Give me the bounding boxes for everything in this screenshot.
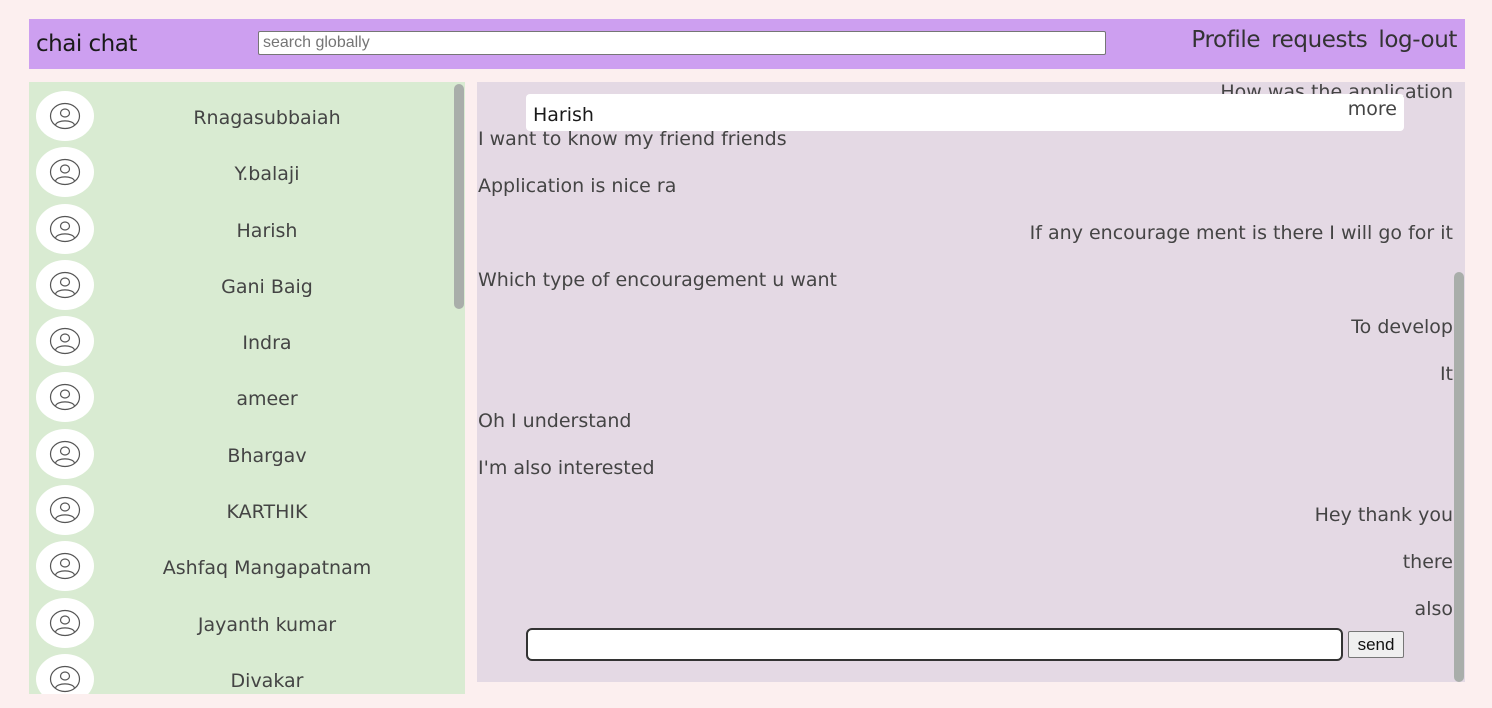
contact-item[interactable]: Jayanth kumar xyxy=(29,589,465,648)
avatar-icon xyxy=(36,203,94,254)
app-title: chai chat xyxy=(36,31,137,57)
nav-requests-link[interactable]: requests xyxy=(1271,27,1368,53)
send-button[interactable]: send xyxy=(1348,631,1404,658)
chat-panel: How was the application I want to know my… xyxy=(477,82,1465,682)
global-search-input[interactable] xyxy=(258,31,1106,55)
message-sent: Hey thank you xyxy=(1314,504,1453,526)
avatar-icon xyxy=(36,147,94,198)
contact-list[interactable]: Rnagasubbaiah Y.balaji Harish Gani Baig Indr… xyxy=(29,82,465,694)
contact-item[interactable]: Bhargav xyxy=(29,420,465,479)
more-button[interactable]: more xyxy=(1348,98,1397,120)
contact-item[interactable]: KARTHIK xyxy=(29,476,465,536)
message-input[interactable] xyxy=(526,628,1343,661)
message-sent: also xyxy=(1414,598,1453,620)
message-received: Which type of encouragement u want xyxy=(478,269,838,291)
avatar-icon xyxy=(36,91,94,141)
contact-list-scrollbar[interactable] xyxy=(454,84,464,309)
contact-name: Jayanth kumar xyxy=(197,613,337,636)
top-nav: Profile requests log-out xyxy=(1191,27,1457,53)
contact-item[interactable]: Harish xyxy=(29,195,465,254)
contact-name: Divakar xyxy=(230,669,304,692)
contact-name: Ashfaq Mangapatnam xyxy=(162,557,372,580)
contact-item[interactable]: Y.balaji xyxy=(29,138,465,198)
chat-contact-name: Harish xyxy=(533,104,594,126)
nav-profile-link[interactable]: Profile xyxy=(1191,27,1260,53)
chat-scrollbar[interactable] xyxy=(1454,272,1464,682)
contact-name: Gani Baig xyxy=(221,275,313,298)
message-received: Oh I understand xyxy=(478,410,632,432)
contact-item[interactable]: ameer xyxy=(29,363,465,423)
chat-header: Harish more xyxy=(526,94,1404,131)
message-sent: To develop xyxy=(1351,316,1453,338)
contact-name: Y.balaji xyxy=(234,163,300,186)
contact-name: KARTHIK xyxy=(226,501,308,524)
contact-name: Harish xyxy=(236,219,298,242)
avatar-icon xyxy=(36,428,94,479)
message-sent: It xyxy=(1439,363,1453,385)
message-received: I want to know my friend friends xyxy=(478,128,787,150)
message-sent: there xyxy=(1402,551,1453,573)
contact-name: Bhargav xyxy=(227,444,307,467)
contact-item[interactable]: Gani Baig xyxy=(29,251,465,310)
avatar-icon xyxy=(36,597,94,648)
contact-name: Indra xyxy=(242,332,292,355)
message-received: Application is nice ra xyxy=(478,175,677,197)
nav-logout-link[interactable]: log-out xyxy=(1378,27,1457,53)
avatar-icon xyxy=(36,541,94,592)
avatar-icon xyxy=(36,259,94,310)
avatar-icon xyxy=(36,653,94,694)
avatar-icon xyxy=(36,485,94,536)
avatar-icon xyxy=(36,372,94,423)
app-header: chai chat Profile requests log-out xyxy=(29,19,1465,69)
message-received: I'm also interested xyxy=(478,457,655,479)
contact-item[interactable]: Ashfaq Mangapatnam xyxy=(29,532,465,592)
contact-name: ameer xyxy=(236,388,298,411)
message-sent: If any encourage ment is there I will go… xyxy=(1029,222,1453,244)
avatar-icon xyxy=(36,316,94,367)
contact-item[interactable]: Divakar xyxy=(29,645,465,694)
contact-item[interactable]: Rnagasubbaiah xyxy=(29,82,465,141)
contact-name: Rnagasubbaiah xyxy=(193,107,341,129)
contact-item[interactable]: Indra xyxy=(29,307,465,367)
